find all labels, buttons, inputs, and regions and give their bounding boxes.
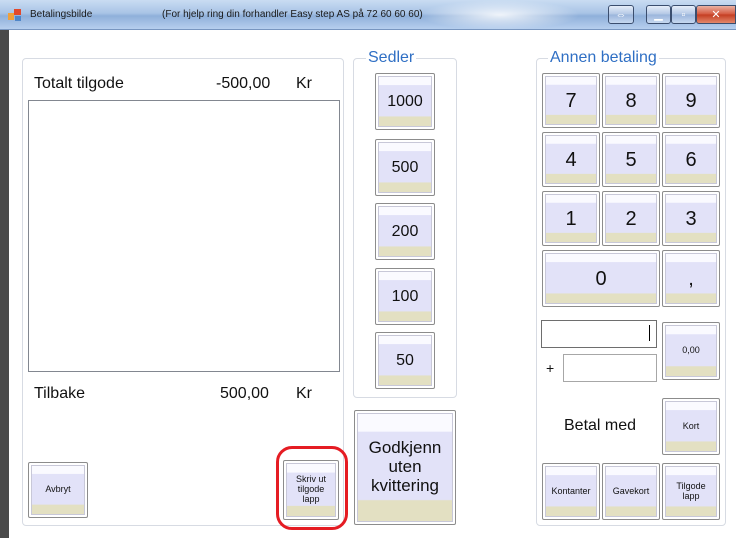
plus-label: + [546, 360, 555, 376]
total-value: -500,00 [216, 75, 271, 92]
keypad-comma-button[interactable]: , [662, 250, 720, 307]
keypad-1-button[interactable]: 1 [542, 191, 600, 246]
amount-input[interactable] [541, 320, 657, 348]
other-payment-title: Annen betaling [548, 49, 659, 67]
keypad-3-button[interactable]: 3 [662, 191, 720, 246]
payment-list[interactable] [28, 100, 340, 372]
pay-with-label: Betal med [564, 417, 637, 434]
cancel-button[interactable]: Avbryt [28, 462, 88, 518]
change-value: 500,00 [220, 385, 269, 402]
keypad-9-button[interactable]: 9 [662, 73, 720, 128]
keypad-4-button[interactable]: 4 [542, 132, 600, 187]
keypad-7-button[interactable]: 7 [542, 73, 600, 128]
note-200-button[interactable]: 200 [375, 203, 435, 260]
maximize-icon: ▫ [681, 8, 686, 21]
cash-button[interactable]: Kontanter [542, 463, 600, 520]
voucher-button[interactable]: Tilgode lapp [662, 463, 720, 520]
keypad-6-button[interactable]: 6 [662, 132, 720, 187]
note-1000-button[interactable]: 1000 [375, 73, 435, 130]
note-500-button[interactable]: 500 [375, 139, 435, 196]
extra-amount-input[interactable] [563, 354, 657, 382]
total-label: Totalt tilgode [34, 75, 124, 92]
amount-display-button[interactable]: 0,00 [662, 322, 720, 380]
keypad-8-button[interactable]: 8 [602, 73, 660, 128]
notes-title: Sedler [366, 49, 417, 67]
minimize-button[interactable]: ▁ [646, 5, 671, 24]
keypad-0-button[interactable]: 0 [542, 250, 660, 307]
window-title: Betalingsbilde [30, 9, 93, 20]
note-50-button[interactable]: 50 [375, 332, 435, 389]
change-label: Tilbake [34, 385, 85, 402]
total-currency: Kr [296, 75, 312, 92]
note-100-button[interactable]: 100 [375, 268, 435, 325]
left-edge [0, 30, 9, 538]
change-currency: Kr [296, 385, 312, 402]
title-bar-glow [420, 0, 580, 30]
close-button[interactable]: ✕ [696, 5, 736, 24]
minimize-icon: ▁ [654, 9, 663, 21]
window-help-text: (For hjelp ring din forhandler Easy step… [162, 9, 423, 20]
app-icon [8, 8, 22, 22]
keypad-2-button[interactable]: 2 [602, 191, 660, 246]
keypad-5-button[interactable]: 5 [602, 132, 660, 187]
card-button[interactable]: Kort [662, 398, 720, 455]
text-caret [649, 325, 650, 341]
restore-icon: ⇔ [615, 8, 627, 21]
approve-no-receipt-button[interactable]: Godkjenn uten kvittering [354, 410, 456, 525]
print-voucher-button[interactable]: Skriv ut tilgode lapp [283, 460, 339, 520]
restore-button[interactable]: ⇔ [608, 5, 634, 24]
close-icon: ✕ [711, 9, 721, 21]
gift-card-button[interactable]: Gavekort [602, 463, 660, 520]
maximize-button[interactable]: ▫ [671, 5, 696, 24]
